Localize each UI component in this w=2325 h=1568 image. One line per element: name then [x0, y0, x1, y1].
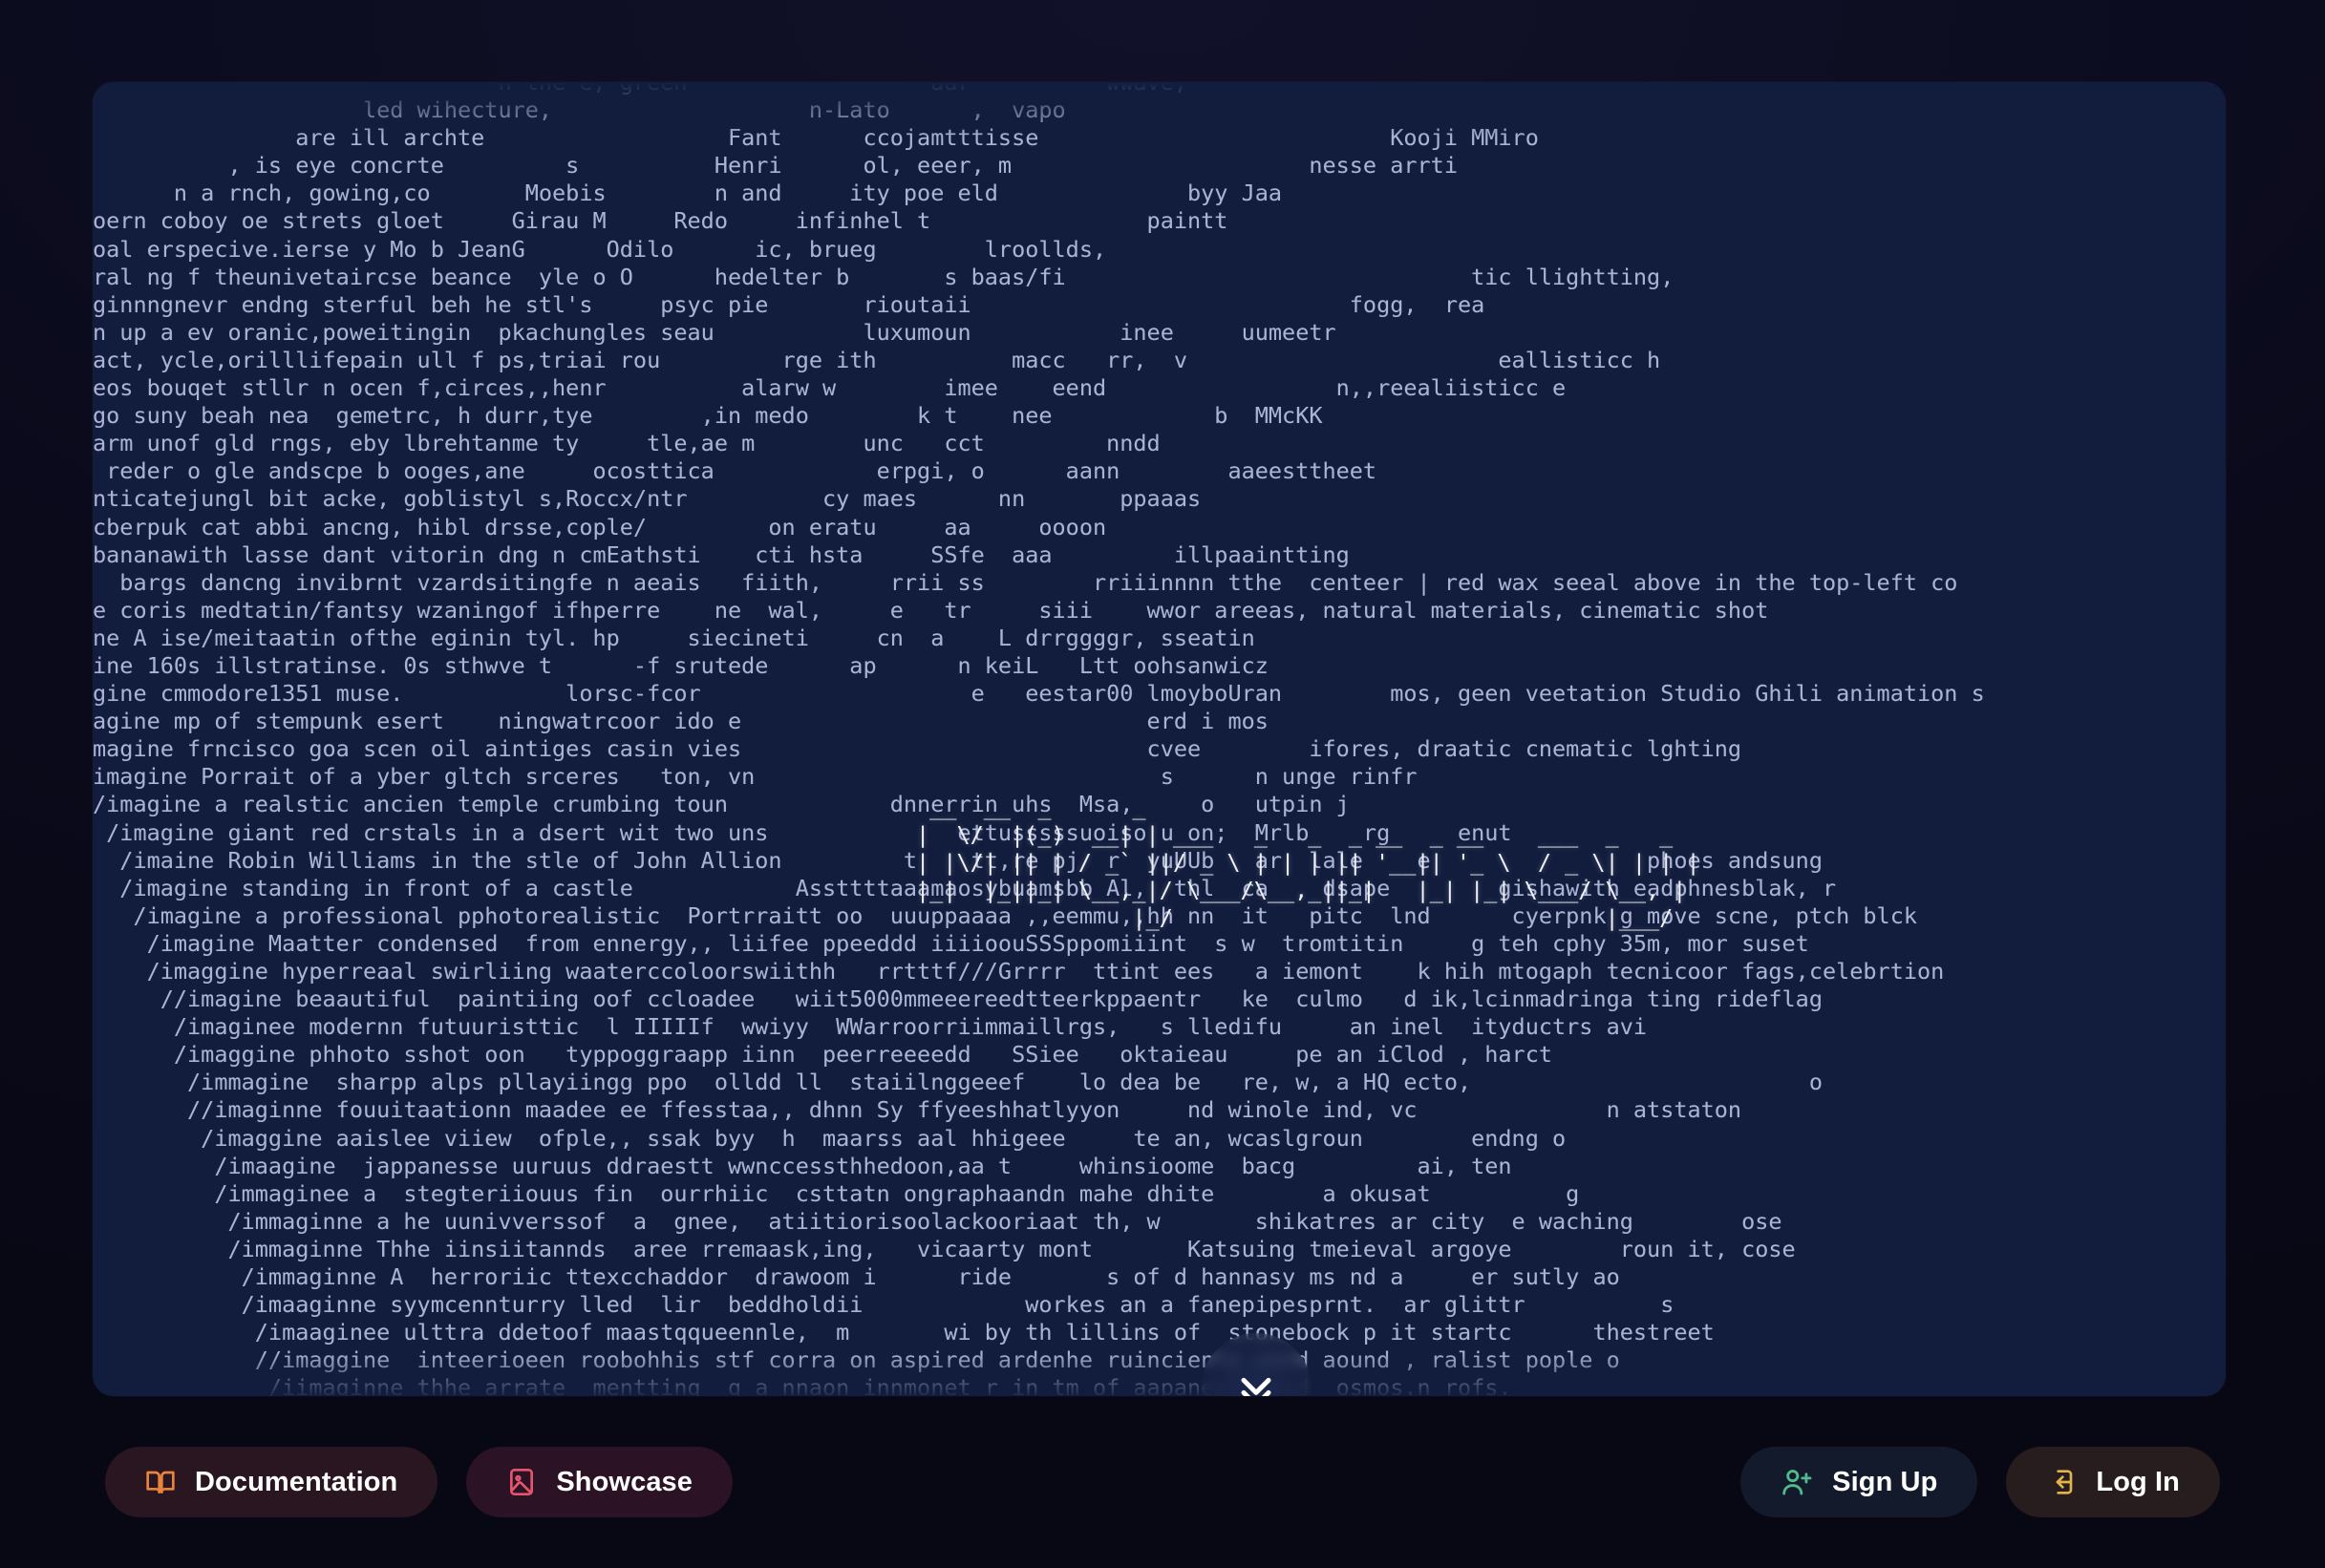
- bottom-bar-left-group: Documentation Showcase: [105, 1447, 734, 1517]
- showcase-button[interactable]: Showcase: [466, 1447, 734, 1517]
- sign-up-button-label: Sign Up: [1832, 1466, 1938, 1497]
- user-plus-icon: [1781, 1466, 1813, 1498]
- documentation-button[interactable]: Documentation: [105, 1447, 438, 1517]
- sign-up-button[interactable]: Sign Up: [1740, 1447, 1978, 1517]
- ascii-prompt-stream: n the e, green aar wwave, led wihecture,…: [93, 82, 1985, 1396]
- bottom-action-bar: Documentation Showcase Sign Up Log In: [0, 1396, 2325, 1568]
- bottom-bar-right-group: Sign Up Log In: [1740, 1447, 2220, 1517]
- showcase-button-label: Showcase: [556, 1466, 693, 1497]
- documentation-button-label: Documentation: [195, 1466, 398, 1497]
- image-icon: [506, 1467, 537, 1497]
- book-open-icon: [145, 1467, 176, 1497]
- double-chevron-down-icon: [1231, 1364, 1281, 1396]
- app-root: n the e, green aar wwave, led wihecture,…: [0, 0, 2325, 1568]
- ascii-terminal-panel: n the e, green aar wwave, led wihecture,…: [93, 82, 2226, 1396]
- login-arrow-icon: [2046, 1467, 2077, 1497]
- log-in-button[interactable]: Log In: [2006, 1447, 2220, 1517]
- log-in-button-label: Log In: [2096, 1466, 2180, 1497]
